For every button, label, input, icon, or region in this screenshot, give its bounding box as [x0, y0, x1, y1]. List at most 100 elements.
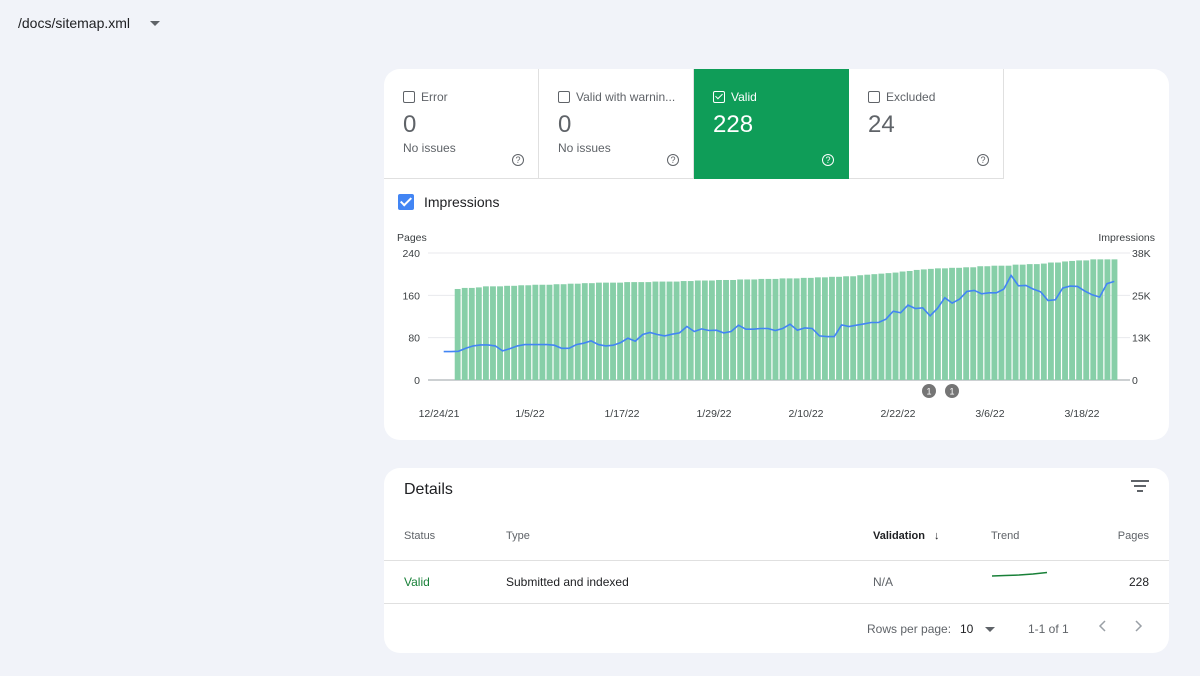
bar — [468, 287, 475, 380]
bar — [617, 282, 624, 380]
column-header-pages[interactable]: Pages — [1118, 530, 1149, 542]
bar — [1076, 260, 1083, 380]
tile-label: Error — [421, 90, 448, 104]
next-page-icon[interactable] — [1130, 618, 1146, 634]
bar — [1055, 262, 1061, 380]
bar — [758, 278, 765, 380]
bar — [892, 272, 899, 380]
bar — [1083, 260, 1090, 380]
trend-sparkline — [991, 571, 1048, 577]
bar — [1033, 264, 1040, 380]
column-header-status[interactable]: Status — [404, 530, 435, 542]
x-tick-label: 1/29/22 — [696, 408, 731, 420]
bar — [1090, 259, 1097, 380]
coverage-card: Error 0 No issues ? Valid with warnin...… — [384, 69, 1169, 440]
bar — [497, 286, 503, 380]
bar — [963, 267, 970, 380]
bar — [595, 282, 602, 380]
tile-label: Valid with warnin... — [576, 90, 676, 104]
bar — [560, 284, 567, 380]
x-tick-label: 2/10/22 — [788, 408, 823, 420]
bar — [567, 283, 574, 380]
bar — [998, 265, 1005, 380]
details-title: Details — [404, 481, 453, 498]
bar — [934, 268, 941, 380]
dropdown-caret-icon — [150, 20, 161, 26]
pagination-range: 1-1 of 1 — [1028, 622, 1069, 636]
row-validation: N/A — [873, 575, 894, 589]
help-icon[interactable]: ? — [822, 154, 834, 166]
bar — [518, 285, 525, 380]
tile-error[interactable]: Error 0 No issues ? — [384, 69, 539, 179]
previous-page-icon[interactable] — [1095, 618, 1111, 634]
left-axis-title: Pages — [397, 232, 427, 244]
help-icon[interactable]: ? — [667, 154, 679, 166]
details-card: Details Status Type Validation ↓ Trend P… — [384, 468, 1169, 653]
bar — [878, 273, 885, 380]
checkbox-checked-icon[interactable] — [398, 194, 414, 210]
right-axis-title: Impressions — [1098, 232, 1155, 244]
bar — [603, 282, 609, 380]
tile-value: 228 — [713, 111, 754, 138]
bar — [991, 265, 998, 380]
status-tiles: Error 0 No issues ? Valid with warnin...… — [384, 69, 1169, 179]
bar — [666, 281, 673, 380]
tile-label: Excluded — [886, 90, 936, 104]
bar — [673, 281, 680, 380]
column-header-type[interactable]: Type — [506, 530, 530, 542]
bar — [574, 283, 581, 380]
tile-valid[interactable]: Valid 228 ? — [694, 69, 849, 179]
sitemap-path: /docs/sitemap.xml — [18, 15, 131, 31]
tile-value: 0 — [558, 111, 572, 138]
bar — [546, 284, 553, 380]
checkbox-icon[interactable] — [403, 91, 415, 103]
bar — [1062, 261, 1068, 380]
tile-valid-with-warnings[interactable]: Valid with warnin... 0 No issues ? — [539, 69, 694, 179]
filter-icon[interactable] — [1131, 480, 1149, 494]
sitemap-selector[interactable]: /docs/sitemap.xml — [18, 15, 161, 31]
bar — [906, 270, 913, 380]
impressions-toggle[interactable]: Impressions — [398, 194, 499, 210]
checkbox-icon[interactable] — [868, 91, 880, 103]
x-tick-label: 3/6/22 — [975, 408, 1004, 420]
rows-per-page-select[interactable]: 10 — [960, 622, 996, 636]
checkbox-checked-icon[interactable] — [713, 91, 725, 103]
bar — [970, 267, 977, 380]
x-tick-label: 12/24/21 — [419, 408, 460, 420]
bar — [1104, 259, 1111, 380]
x-tick-label: 1/5/22 — [515, 408, 544, 420]
row-type: Submitted and indexed — [506, 575, 629, 589]
right-tick-label: 0 — [1132, 375, 1138, 387]
bar — [814, 277, 821, 380]
bar — [913, 269, 920, 380]
x-tick-label: 1/17/22 — [604, 408, 639, 420]
annotation-label: 1 — [949, 387, 954, 397]
bar — [1019, 264, 1026, 380]
bar — [454, 288, 461, 380]
column-header-validation[interactable]: Validation ↓ — [873, 530, 940, 542]
bar — [659, 281, 666, 380]
tile-subtext: No issues — [558, 141, 611, 155]
left-tick-label: 0 — [414, 375, 420, 387]
tile-excluded[interactable]: Excluded 24 ? — [849, 69, 1004, 179]
help-icon[interactable]: ? — [512, 154, 524, 166]
bar — [482, 286, 489, 380]
bar — [977, 266, 984, 380]
bar — [581, 283, 588, 380]
bar — [864, 274, 871, 380]
bar — [475, 287, 482, 380]
bar — [956, 267, 963, 380]
bar — [624, 282, 631, 380]
row-status: Valid — [404, 575, 430, 589]
bar — [899, 271, 906, 380]
row-pages: 228 — [1128, 575, 1149, 589]
left-tick-label: 80 — [408, 333, 420, 345]
x-tick-label: 3/18/22 — [1064, 408, 1099, 420]
column-header-trend[interactable]: Trend — [991, 530, 1019, 542]
help-icon[interactable]: ? — [977, 154, 989, 166]
right-tick-label: 38K — [1132, 248, 1151, 260]
bar — [920, 269, 927, 380]
bar — [984, 266, 991, 380]
checkbox-icon[interactable] — [558, 91, 570, 103]
bar — [1026, 264, 1033, 380]
